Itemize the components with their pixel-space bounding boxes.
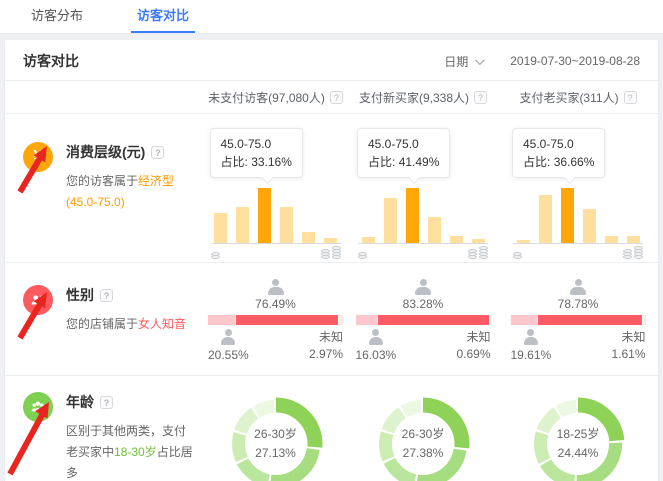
date-dropdown-label: 日期 — [444, 53, 468, 70]
coin-stack-icon — [479, 247, 488, 259]
age-row-desc: 区别于其他两类，支付老买家中18-30岁占比居多 — [66, 421, 194, 481]
male-percent: 19.61% — [511, 348, 552, 362]
spend-axis-icons — [358, 247, 488, 259]
annotation-arrow — [6, 396, 58, 481]
coin-stack-icon — [513, 253, 522, 259]
help-icon[interactable]: ? — [624, 91, 637, 104]
consumption-barchart — [362, 187, 485, 243]
row-gender: 性别? 您的店铺属于女人知音 76.49% 20.55% 未知2.97% 83.… — [5, 263, 658, 376]
spend-axis-icons — [211, 247, 341, 259]
male-icon — [524, 329, 538, 345]
gender-row-title: 性别? — [66, 285, 194, 305]
top-tab-bar: 访客分布 访客对比 — [0, 0, 663, 34]
female-percent: 76.49% — [255, 297, 296, 311]
consumption-chart-unpaid[interactable]: 45.0-75.0 占比: 33.16% — [203, 114, 348, 262]
female-icon — [415, 279, 431, 295]
column-header-new-buyers-label: 支付新买家(9,338人) — [359, 89, 469, 106]
tooltip-range: 45.0-75.0 — [368, 135, 439, 153]
gender-chart-unpaid[interactable]: 76.49% 20.55% 未知2.97% — [203, 263, 348, 375]
help-icon[interactable]: ? — [151, 146, 164, 159]
help-icon[interactable]: ? — [330, 91, 343, 104]
age-chart-unpaid[interactable]: 26-30岁 27.13% — [203, 376, 348, 481]
unknown-label: 未知 — [456, 329, 490, 346]
axis-baseline — [211, 243, 341, 244]
unknown-label: 未知 — [611, 329, 645, 346]
unknown-label: 未知 — [309, 329, 343, 346]
row-consumption-level: ¥ 消费层级(元)? 您的访客属于经济型(45.0-75.0) 45.0-75.… — [5, 114, 658, 263]
tab-visitor-compare[interactable]: 访客对比 — [131, 0, 195, 33]
row-age: 年龄? 区别于其他两类，支付老买家中18-30岁占比居多 26-30岁 27.1… — [5, 376, 658, 481]
coin-stack-icon — [332, 247, 341, 259]
consumption-row-desc: 您的访客属于经济型(45.0-75.0) — [66, 171, 194, 213]
male-percent: 20.55% — [208, 348, 249, 362]
donut-center-label: 26-30岁 27.38% — [375, 396, 471, 481]
tooltip-range: 45.0-75.0 — [221, 135, 292, 153]
coin-stack-icon — [211, 253, 220, 259]
unknown-percent: 1.61% — [611, 346, 645, 363]
gender-chart-new-buyers[interactable]: 83.28% 16.03% 未知0.69% — [348, 263, 498, 375]
column-header-old-buyers-label: 支付老买家(311人) — [519, 89, 618, 106]
help-icon[interactable]: ? — [100, 396, 113, 409]
donut-center-label: 18-25岁 24.44% — [530, 396, 626, 481]
chart-tooltip: 45.0-75.0 占比: 41.49% — [357, 128, 450, 178]
coin-stack-icon — [623, 250, 632, 259]
coin-stack-icon — [321, 250, 330, 259]
gender-row-desc: 您的店铺属于女人知音 — [66, 314, 194, 335]
consumption-barchart — [517, 187, 640, 243]
panel-title: 访客对比 — [23, 51, 79, 71]
column-header-new-buyers: 支付新买家(9,338人)? — [348, 81, 498, 113]
visitor-compare-page: 访客分布 访客对比 访客对比 日期 2019-07-30~2019-08-28 … — [0, 0, 663, 481]
consumption-row-title: 消费层级(元)? — [66, 142, 194, 162]
compare-panel: 访客对比 日期 2019-07-30~2019-08-28 未支付访客(97,0… — [5, 40, 658, 481]
female-percent: 78.78% — [558, 297, 599, 311]
column-header-unpaid: 未支付访客(97,080人)? — [203, 81, 348, 113]
chart-tooltip: 45.0-75.0 占比: 36.66% — [512, 128, 605, 178]
column-header-old-buyers: 支付老买家(311人)? — [498, 81, 658, 113]
chevron-down-icon — [475, 55, 485, 65]
date-range-value[interactable]: 2019-07-30~2019-08-28 — [510, 54, 640, 68]
tooltip-range: 45.0-75.0 — [523, 135, 594, 153]
coin-stack-icon — [468, 250, 477, 259]
female-icon — [570, 279, 586, 295]
gender-stacked-bar — [356, 315, 491, 325]
column-header-unpaid-label: 未支付访客(97,080人) — [208, 89, 325, 106]
male-icon — [221, 329, 235, 345]
axis-baseline — [513, 243, 643, 244]
tab-visitor-distribution[interactable]: 访客分布 — [25, 0, 89, 33]
spend-axis-icons — [513, 247, 643, 259]
help-icon[interactable]: ? — [474, 91, 487, 104]
gender-stacked-bar — [511, 315, 646, 325]
annotation-arrow — [14, 288, 54, 344]
female-icon — [268, 279, 284, 295]
male-icon — [369, 329, 383, 345]
coin-stack-icon — [358, 253, 367, 259]
age-chart-new-buyers[interactable]: 26-30岁 27.38% — [348, 376, 498, 481]
axis-baseline — [358, 243, 488, 244]
date-area: 日期 2019-07-30~2019-08-28 — [444, 53, 640, 70]
date-dropdown[interactable]: 日期 — [444, 53, 482, 70]
coin-stack-icon — [634, 247, 643, 259]
help-icon[interactable]: ? — [100, 289, 113, 302]
donut-center-label: 26-30岁 27.13% — [228, 396, 324, 481]
tooltip-share: 占比: 33.16% — [221, 153, 292, 171]
gender-stacked-bar — [208, 315, 343, 325]
unknown-percent: 2.97% — [309, 346, 343, 363]
age-row-title: 年龄? — [66, 392, 194, 412]
chart-tooltip: 45.0-75.0 占比: 33.16% — [210, 128, 303, 178]
tooltip-share: 占比: 36.66% — [523, 153, 594, 171]
age-chart-old-buyers[interactable]: 18-25岁 24.44% — [498, 376, 658, 481]
male-percent: 16.03% — [356, 348, 397, 362]
consumption-barchart — [214, 187, 337, 243]
consumption-chart-old-buyers[interactable]: 45.0-75.0 占比: 36.66% — [498, 114, 658, 262]
tooltip-share: 占比: 41.49% — [368, 153, 439, 171]
annotation-arrow — [14, 142, 54, 198]
female-percent: 83.28% — [403, 297, 444, 311]
column-header-row: 未支付访客(97,080人)? 支付新买家(9,338人)? 支付老买家(311… — [5, 80, 658, 114]
gender-chart-old-buyers[interactable]: 78.78% 19.61% 未知1.61% — [498, 263, 658, 375]
unknown-percent: 0.69% — [456, 346, 490, 363]
panel-header: 访客对比 日期 2019-07-30~2019-08-28 — [5, 40, 658, 80]
consumption-chart-new-buyers[interactable]: 45.0-75.0 占比: 41.49% — [348, 114, 498, 262]
